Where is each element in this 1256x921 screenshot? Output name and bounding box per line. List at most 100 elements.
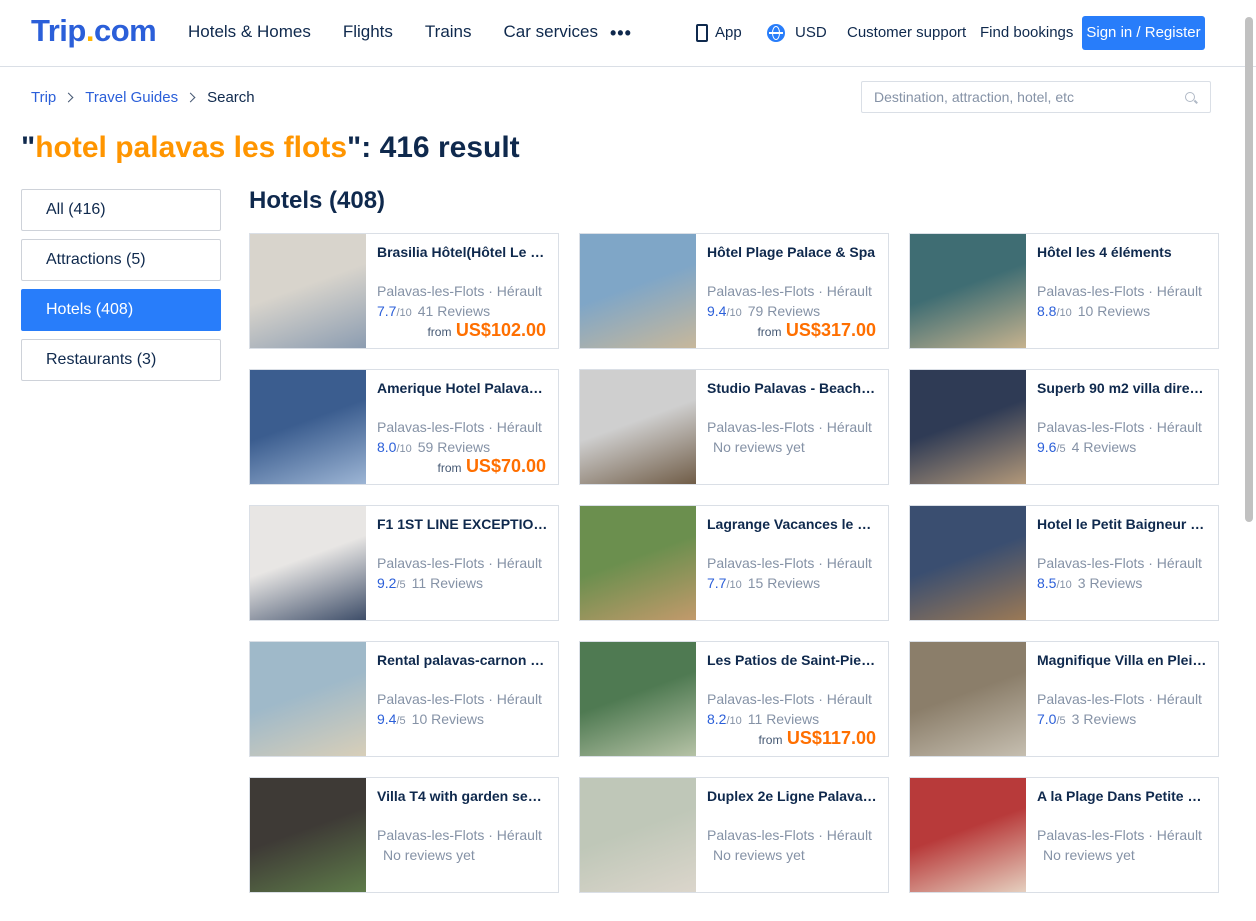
hotel-price: from US$102.00 (427, 320, 546, 341)
hotel-photo[interactable] (910, 370, 1026, 484)
hotel-photo[interactable] (580, 642, 696, 756)
hotel-card[interactable]: Les Patios de Saint-Pierre Palavas-les-Fl… (579, 641, 889, 757)
hotel-card[interactable]: Magnifique Villa en Plein Centre Palavas-… (909, 641, 1219, 757)
hotel-photo[interactable] (250, 506, 366, 620)
review-count: 3 Reviews (1077, 575, 1143, 591)
rating-score: 7.0 (1037, 711, 1057, 727)
search-icon[interactable] (1185, 92, 1195, 102)
hotel-name[interactable]: Les Patios de Saint-Pierre (707, 652, 879, 669)
hotel-name[interactable]: Amerique Hotel Palavas les Flots (377, 380, 549, 397)
hotel-name[interactable]: Studio Palavas - Beachfront (707, 380, 879, 397)
hotel-name[interactable]: Lagrange Vacances le Lido (707, 516, 879, 533)
hotel-name[interactable]: Superb 90 m2 villa direct beach (1037, 380, 1209, 397)
rating-score: 8.8 (1037, 303, 1057, 319)
hotel-photo[interactable] (580, 234, 696, 348)
hotel-photo[interactable] (580, 506, 696, 620)
hotel-card[interactable]: Hôtel les 4 éléments Palavas-les-Flots · … (909, 233, 1219, 349)
review-count: No reviews yet (1043, 847, 1135, 863)
logo-text-com: com (93, 13, 157, 48)
price-from-label: from (437, 461, 462, 475)
hotel-photo[interactable] (250, 778, 366, 892)
hotel-card[interactable]: Lagrange Vacances le Lido Palavas-les-Flo… (579, 505, 889, 621)
rating-score: 9.2 (377, 575, 397, 591)
section-title: Hotels (408) (249, 187, 386, 214)
hotel-rating: No reviews yet (707, 439, 879, 458)
hotel-card[interactable]: Rental palavas-carnon beach Palavas-les-F… (249, 641, 559, 757)
nav-hotels-homes[interactable]: Hotels & Homes (188, 22, 311, 42)
review-count: 10 Reviews (411, 711, 485, 727)
globe-icon (767, 24, 785, 42)
find-bookings-link[interactable]: Find bookings (980, 24, 1073, 42)
nav-car-services[interactable]: Car services (504, 22, 598, 42)
rating-score: 9.4 (707, 303, 727, 319)
trip-logo[interactable]: Trip.com (31, 13, 157, 49)
hotel-photo[interactable] (580, 370, 696, 484)
rating-scale: /10 (1056, 579, 1072, 591)
hotel-name[interactable]: Duplex 2e Ligne Palavas Plage (707, 788, 879, 805)
hotel-rating: 7.7/10 15 Reviews (707, 575, 879, 594)
hotel-photo[interactable] (910, 234, 1026, 348)
hotel-photo[interactable] (250, 642, 366, 756)
hotel-photo[interactable] (250, 234, 366, 348)
hotel-card[interactable]: A la Plage Dans Petite Maison Palavas-les… (909, 777, 1219, 893)
hotel-location: Palavas-les-Flots · Hérault (377, 419, 542, 435)
rating-score: 7.7 (377, 303, 397, 319)
rating-scale: /10 (1056, 307, 1072, 319)
sign-in-button[interactable]: Sign in / Register (1082, 16, 1205, 50)
hotel-card[interactable]: F1 1ST LINE EXCEPTIONAL VIEW Palavas-les-… (249, 505, 559, 621)
hotel-name[interactable]: F1 1ST LINE EXCEPTIONAL VIEW (377, 516, 549, 533)
chevron-right-icon (185, 92, 196, 103)
nav-flights[interactable]: Flights (343, 22, 393, 42)
more-menu-icon[interactable]: ••• (610, 23, 632, 44)
hotel-photo[interactable] (910, 642, 1026, 756)
breadcrumb-trip[interactable]: Trip (31, 89, 56, 106)
hotel-card[interactable]: Superb 90 m2 villa direct beach Palavas-l… (909, 369, 1219, 485)
breadcrumb-travel-guides[interactable]: Travel Guides (85, 89, 178, 106)
scrollbar[interactable] (1245, 17, 1253, 522)
review-count: No reviews yet (383, 847, 475, 863)
customer-support-link[interactable]: Customer support (847, 24, 966, 42)
filter-hotels[interactable]: Hotels (408) (21, 289, 221, 331)
review-count: 11 Reviews (411, 575, 483, 591)
hotel-name[interactable]: Hôtel Plage Palace & Spa (707, 244, 879, 261)
currency-selector[interactable]: USD (795, 24, 827, 42)
hotel-photo[interactable] (250, 370, 366, 484)
hotel-card[interactable]: Duplex 2e Ligne Palavas Plage Palavas-les… (579, 777, 889, 893)
nav-trains[interactable]: Trains (425, 22, 472, 42)
hotel-photo[interactable] (580, 778, 696, 892)
hotel-card[interactable]: Amerique Hotel Palavas les Flots Palavas-… (249, 369, 559, 485)
hotel-location: Palavas-les-Flots · Hérault (707, 555, 872, 571)
hotel-name[interactable]: Hôtel les 4 éléments (1037, 244, 1209, 261)
rating-scale: /5 (396, 579, 406, 591)
hotel-photo[interactable] (910, 506, 1026, 620)
rating-score: 8.2 (707, 711, 727, 727)
hotel-rating: No reviews yet (1037, 847, 1209, 866)
hotel-photo[interactable] (910, 778, 1026, 892)
review-count: 3 Reviews (1071, 711, 1137, 727)
breadcrumb-current: Search (207, 89, 255, 106)
filter-restaurants[interactable]: Restaurants (3) (21, 339, 221, 381)
rating-scale: /10 (726, 579, 742, 591)
hotel-name[interactable]: Magnifique Villa en Plein Centre (1037, 652, 1209, 669)
hotel-name[interactable]: Villa T4 with garden sea view (377, 788, 549, 805)
hotel-price: from US$117.00 (758, 728, 876, 749)
hotel-name[interactable]: Brasilia Hôtel(Hôtel Le Brasilia) (377, 244, 549, 261)
app-link[interactable]: App (715, 24, 742, 42)
page-title: "hotel palavas les flots": 416 result (21, 131, 520, 165)
search-input[interactable] (874, 82, 1174, 112)
rating-scale: /5 (1056, 443, 1066, 455)
hotel-card[interactable]: Hôtel Plage Palace & Spa Palavas-les-Flot… (579, 233, 889, 349)
filter-all[interactable]: All (416) (21, 189, 221, 231)
hotel-card[interactable]: Villa T4 with garden sea view Palavas-les… (249, 777, 559, 893)
review-count: No reviews yet (713, 847, 805, 863)
breadcrumb: Trip Travel Guides Search (31, 89, 255, 106)
hotel-name[interactable]: Hotel le Petit Baigneur Palavas (1037, 516, 1209, 533)
review-count: 59 Reviews (417, 439, 491, 455)
hotel-card[interactable]: Hotel le Petit Baigneur Palavas Palavas-l… (909, 505, 1219, 621)
hotel-card[interactable]: Brasilia Hôtel(Hôtel Le Brasilia) Palavas… (249, 233, 559, 349)
hotel-name[interactable]: Rental palavas-carnon beach (377, 652, 549, 669)
rating-score: 8.0 (377, 439, 397, 455)
filter-attractions[interactable]: Attractions (5) (21, 239, 221, 281)
hotel-name[interactable]: A la Plage Dans Petite Maison (1037, 788, 1209, 805)
hotel-card[interactable]: Studio Palavas - Beachfront Palavas-les-F… (579, 369, 889, 485)
